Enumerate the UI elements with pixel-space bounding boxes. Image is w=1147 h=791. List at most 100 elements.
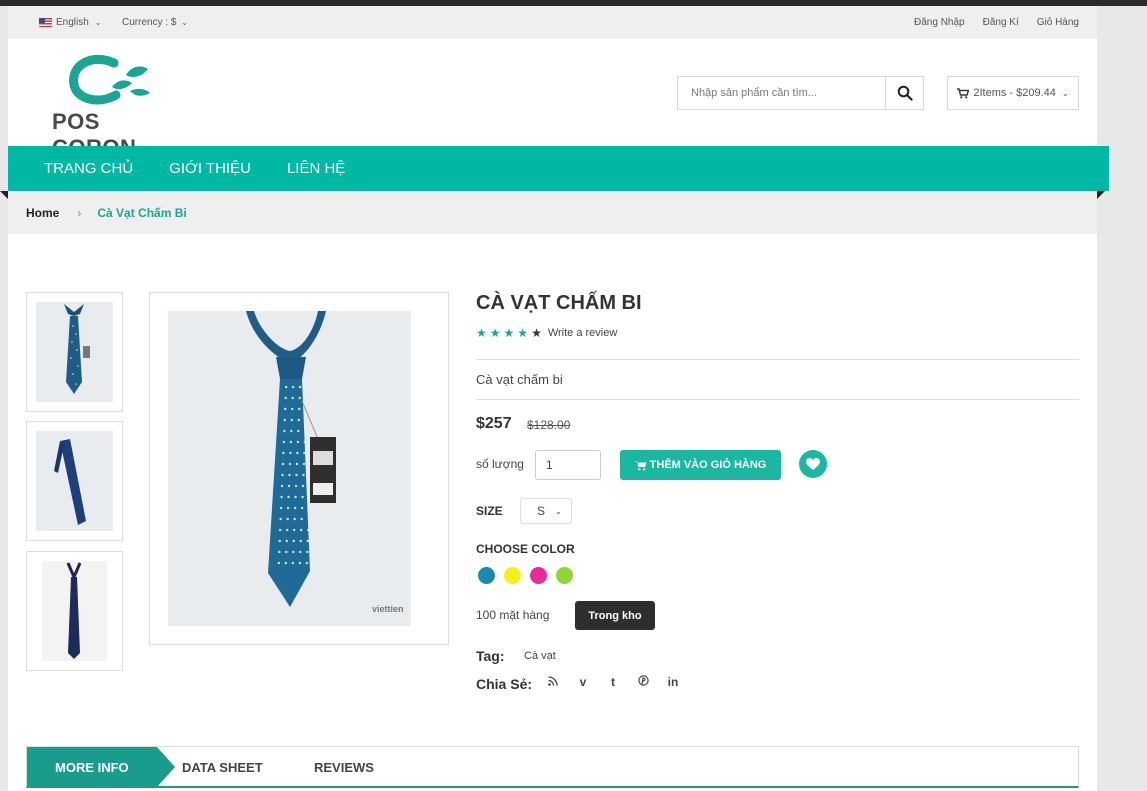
color-swatch-green[interactable] xyxy=(556,567,573,584)
tie-dot xyxy=(291,385,295,389)
star-empty-icon: ★ xyxy=(531,326,542,340)
search-button[interactable] xyxy=(885,77,923,109)
tie-dot xyxy=(296,440,300,444)
tie-dot xyxy=(287,484,291,488)
cart-dropdown[interactable]: 2Items - $209.44 ⌄ xyxy=(947,76,1079,110)
quantity-input[interactable] xyxy=(535,450,601,480)
product-thumbnail[interactable] xyxy=(26,551,123,671)
tie-dot xyxy=(298,385,302,389)
tab-data-sheet[interactable]: DATA SHEET xyxy=(182,747,263,787)
tie-dot xyxy=(290,418,293,422)
site-header: POS CORON 2Items - $209.44 ⌄ xyxy=(8,39,1097,160)
add-to-cart-button[interactable]: THÊM VÀO GIỎ HÀNG xyxy=(620,450,781,480)
chevron-down-icon: ⌄ xyxy=(94,18,102,27)
language-selector[interactable]: English ⌄ xyxy=(39,17,102,28)
tie-image xyxy=(66,562,82,659)
thumbnail-image xyxy=(42,561,107,661)
tie-dot xyxy=(302,462,306,466)
tie-dot xyxy=(279,528,282,532)
color-swatch-yellow[interactable] xyxy=(504,567,521,584)
product-thumbnail[interactable] xyxy=(26,292,123,412)
product-thumbnail[interactable] xyxy=(26,421,123,541)
product-price: $257 xyxy=(476,415,512,432)
divider xyxy=(476,399,1079,400)
tie-dot xyxy=(286,517,289,521)
tab-more-info[interactable]: MORE INFO xyxy=(27,747,175,787)
tie-dot xyxy=(298,407,301,411)
color-label: CHOOSE COLOR xyxy=(476,542,575,556)
size-label: SIZE xyxy=(476,504,503,518)
main-nav: TRANG CHỦ GIỚI THIỆU LIÊN HỆ xyxy=(8,146,1109,191)
tie-dot xyxy=(300,506,304,510)
tie-dot xyxy=(281,473,284,477)
rss-icon[interactable] xyxy=(546,675,560,689)
tie-dot xyxy=(277,561,281,565)
color-swatches xyxy=(478,567,573,584)
register-link[interactable]: Đăng Kí xyxy=(983,17,1019,28)
nav-item-about[interactable]: GIỚI THIỆU xyxy=(169,160,251,177)
in-stock-badge: Trong kho xyxy=(575,601,655,630)
tie-dot xyxy=(290,429,293,433)
pinterest-icon[interactable] xyxy=(636,675,650,689)
tie-dot xyxy=(306,539,309,543)
tie-dot xyxy=(282,440,286,444)
tie-dot xyxy=(294,495,297,499)
nav-item-contact[interactable]: LIÊN HỆ xyxy=(287,160,345,177)
tie-dot xyxy=(293,506,297,510)
tie-dot xyxy=(292,539,295,543)
nav-ribbon-corner-right xyxy=(1097,191,1105,199)
product-tabs: MORE INFO DATA SHEET REVIEWS xyxy=(26,746,1079,788)
tie-dot xyxy=(298,561,302,565)
cart-icon xyxy=(957,87,970,98)
chevron-down-icon: ⌄ xyxy=(1061,88,1069,98)
divider xyxy=(476,359,1079,360)
tie-dot xyxy=(293,528,296,532)
tie-dot xyxy=(294,484,298,488)
star-icon: ★ xyxy=(476,326,487,340)
breadcrumb-home[interactable]: Home xyxy=(26,206,59,220)
linkedin-icon[interactable]: in xyxy=(666,675,680,689)
account-links: Đăng Nhập Đăng Kí Giỏ Hàng xyxy=(914,17,1079,28)
tie-dot xyxy=(289,451,292,455)
language-label: English xyxy=(56,17,89,28)
tie-dot xyxy=(279,506,283,510)
color-swatch-pink[interactable] xyxy=(530,567,547,584)
tie-dot xyxy=(299,539,302,543)
tie-dot xyxy=(286,506,290,510)
tie-dot xyxy=(287,495,290,499)
product-main-image[interactable]: viettien xyxy=(149,292,449,645)
star-icon: ★ xyxy=(503,326,515,340)
tie-dot xyxy=(303,451,306,455)
tag-link[interactable]: Cà vạt xyxy=(524,650,556,662)
vimeo-icon[interactable]: v xyxy=(576,675,590,689)
tumblr-icon[interactable]: t xyxy=(606,675,620,689)
login-link[interactable]: Đăng Nhập xyxy=(914,17,965,28)
star-icon: ★ xyxy=(489,326,501,340)
nav-ribbon-corner-left xyxy=(0,191,8,199)
nav-item-home[interactable]: TRANG CHỦ xyxy=(44,160,133,177)
write-review-link[interactable]: Write a review xyxy=(548,327,617,339)
currency-selector[interactable]: Currency : $ ⌄ xyxy=(122,17,188,28)
tie-dot xyxy=(283,429,286,433)
breadcrumb-current: Cà Vạt Chấm Bi xyxy=(97,205,187,220)
tie-dot xyxy=(280,484,284,488)
tie-dot xyxy=(301,495,304,499)
thumbnail-image xyxy=(36,302,113,402)
size-select[interactable]: S ⌄ xyxy=(520,498,572,524)
tie-dot xyxy=(302,473,305,477)
cart-link[interactable]: Giỏ Hàng xyxy=(1037,17,1079,28)
wishlist-button[interactable] xyxy=(799,450,827,478)
tie-dot xyxy=(283,418,286,422)
tie-dot xyxy=(291,561,295,565)
site-logo[interactable]: POS CORON xyxy=(52,51,172,160)
color-swatch-blue[interactable] xyxy=(478,567,495,584)
cart-summary: 2Items - $209.44 xyxy=(973,87,1056,99)
tie-dot xyxy=(298,396,301,400)
us-flag-icon xyxy=(39,18,52,27)
tie-dot xyxy=(278,539,281,543)
tie-dot xyxy=(293,517,296,521)
heart-icon xyxy=(806,457,820,470)
main-image-photo: viettien xyxy=(168,311,411,626)
tab-reviews[interactable]: REVIEWS xyxy=(314,747,374,787)
search-input[interactable] xyxy=(678,77,885,109)
